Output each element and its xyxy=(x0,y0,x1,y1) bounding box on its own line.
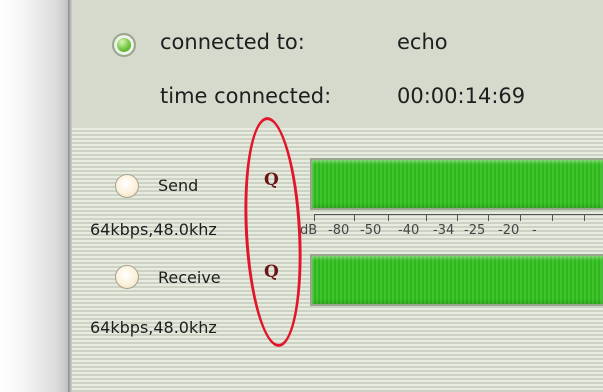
receive-radio-button[interactable] xyxy=(115,265,139,289)
scale-tick xyxy=(552,214,553,221)
receive-label: Receive xyxy=(158,268,221,287)
scale-label: -50 xyxy=(360,223,382,238)
db-scale-line xyxy=(314,214,603,215)
scale-label: -34 xyxy=(433,223,455,238)
receive-level-meter xyxy=(310,254,603,306)
scale-tick xyxy=(457,214,458,221)
send-level-meter xyxy=(310,158,603,210)
scale-tick xyxy=(314,214,315,221)
scale-tick xyxy=(426,214,427,221)
db-scale: dB -80 -50 -40 -34 -25 -20 - xyxy=(300,210,603,244)
scale-tick xyxy=(584,214,585,221)
scale-label: -20 xyxy=(498,223,520,238)
scale-label: -40 xyxy=(398,223,420,238)
time-connected-value: 00:00:14:69 xyxy=(397,84,526,108)
connection-status-indicator[interactable] xyxy=(112,33,136,57)
scale-label: - xyxy=(532,223,537,238)
send-radio-button[interactable] xyxy=(115,174,139,198)
scale-label: -25 xyxy=(464,223,486,238)
connected-to-label: connected to: xyxy=(160,30,305,54)
send-bitrate-label: 64kbps,48.0khz xyxy=(90,220,217,239)
scale-tick xyxy=(488,214,489,221)
scale-label: -80 xyxy=(328,223,350,238)
receive-bitrate-label: 64kbps,48.0khz xyxy=(90,318,217,337)
time-connected-label: time connected: xyxy=(160,84,332,108)
scale-tick xyxy=(388,214,389,221)
scale-tick xyxy=(354,214,355,221)
connection-status-panel xyxy=(72,0,603,129)
left-sidebar-gutter xyxy=(0,0,70,392)
send-label: Send xyxy=(158,176,199,195)
scale-label: dB xyxy=(300,223,318,238)
connected-peer-value: echo xyxy=(397,30,448,54)
scale-tick xyxy=(520,214,521,221)
